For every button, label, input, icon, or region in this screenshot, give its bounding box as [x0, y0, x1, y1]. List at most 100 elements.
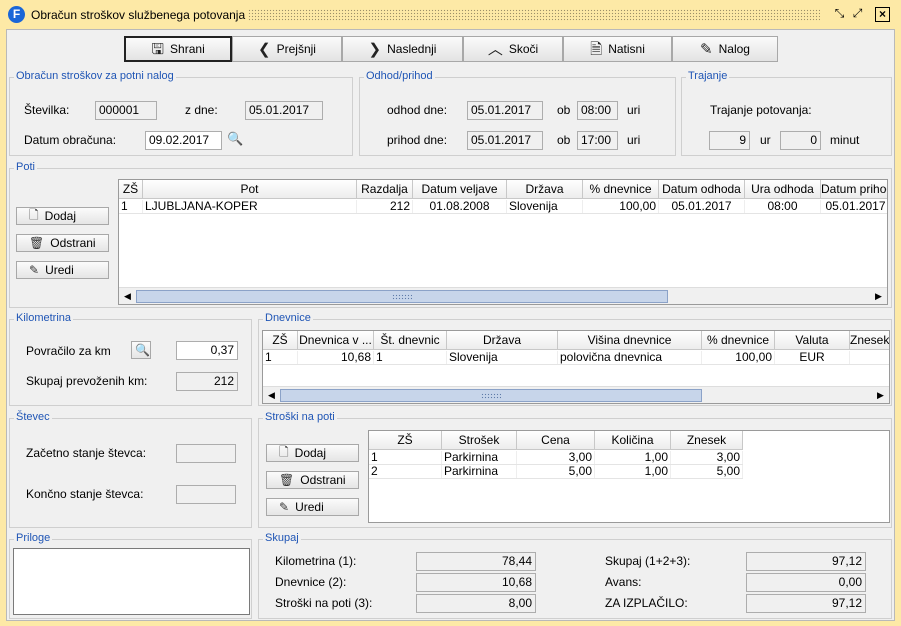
column-header[interactable]: Valuta [775, 331, 850, 349]
column-header[interactable]: % dnevnice [702, 331, 775, 349]
column-header[interactable]: Št. dnevnic [374, 331, 447, 349]
column-header[interactable]: Ura odhoda [745, 180, 821, 198]
column-header[interactable]: ZŠ [119, 180, 143, 198]
column-header[interactable]: Pot [143, 180, 357, 198]
search-icon: 🔍 [135, 343, 150, 357]
arrival-date-field: 05.01.2017 [467, 131, 543, 150]
edit-cost-button[interactable]: ✎ Uredi [266, 498, 359, 516]
print-button[interactable]: 🗎 Natisni [563, 36, 672, 62]
chevron-right-icon: ❯ [368, 40, 382, 58]
duration-label: Trajanje potovanja: [710, 103, 812, 117]
close-icon[interactable]: × [875, 7, 890, 22]
column-header[interactable]: Država [507, 180, 583, 198]
scroll-left-icon[interactable]: ◀ [120, 289, 135, 304]
per-diem-hscrollbar[interactable]: ◀ ▶ [263, 386, 889, 403]
per-diem-group: Dnevnice ZŠ Dnevnica v ... Št. dnevnic Drža… [258, 312, 892, 406]
km-rate-input[interactable]: 0,37 [176, 341, 238, 360]
add-route-button[interactable]: 🗋 Dodaj [16, 207, 109, 225]
floppy-icon: 🖫 [151, 40, 165, 58]
table-cell: 1 [119, 200, 143, 213]
attachments-legend: Priloge [14, 532, 53, 544]
window-title: Obračun stroškov službenega potovanja [31, 8, 246, 22]
table-cell: Slovenija [507, 200, 583, 213]
meter-start-field [176, 444, 236, 463]
attachments-list[interactable] [13, 548, 250, 615]
save-button[interactable]: 🖫 Shrani [124, 36, 232, 62]
column-header[interactable]: Višina dnevnice [558, 331, 702, 349]
search-icon[interactable]: 🔍 [227, 131, 243, 147]
column-header[interactable]: Dnevnica v ... [298, 331, 374, 349]
window-client: 🖫 Shrani ❮ Prejšnji ❯ Naslednji ︿ Skoči 🗎 Nat… [6, 29, 895, 621]
meter-legend: Števec [14, 411, 52, 423]
settlement-date-label: Datum obračuna: [24, 133, 117, 147]
departure-hours-label: uri [627, 103, 641, 117]
per-diem-scroll-thumb[interactable] [280, 389, 702, 402]
per-diem-table[interactable]: ZŠ Dnevnica v ... Št. dnevnic Država Višina … [262, 330, 890, 404]
number-label: Številka: [24, 103, 70, 117]
column-header[interactable]: Datum veljave [413, 180, 507, 198]
column-header[interactable]: Strošek [442, 431, 517, 449]
payout-label: ZA IZPLAČILO: [605, 596, 688, 610]
table-cell [850, 351, 889, 364]
column-header[interactable]: Razdalja [357, 180, 413, 198]
column-header[interactable]: Država [447, 331, 558, 349]
table-row[interactable]: 1 LJUBLJANA-KOPER 212 01.08.2008 Slovenija 10… [119, 200, 887, 214]
column-header[interactable]: % dnevnice [583, 180, 659, 198]
table-cell: EUR [775, 351, 850, 364]
column-header[interactable]: Znesek [671, 431, 743, 449]
routes-table[interactable]: ZŠ Pot Razdalja Datum veljave Država% dnevni… [118, 179, 888, 305]
grand-total-field: 97,12 [746, 552, 866, 571]
total-km-field: 212 [176, 372, 238, 391]
restore-icon[interactable]: ⤡ [832, 7, 847, 22]
settlement-date-input[interactable]: 09.02.2017 [145, 131, 222, 150]
table-cell: Slovenija [447, 351, 558, 364]
km-rate-lookup-button[interactable]: 🔍 [131, 341, 151, 359]
table-row[interactable]: 1 Parkirnina 3,00 1,00 3,00 [369, 451, 743, 465]
column-header[interactable]: Znesek [850, 331, 889, 349]
maximize-icon[interactable]: ⤢ [850, 7, 865, 22]
scroll-right-icon[interactable]: ▶ [871, 289, 886, 304]
scroll-left-icon[interactable]: ◀ [264, 388, 279, 403]
grand-total-label: Skupaj (1+2+3): [605, 554, 691, 568]
departure-time-field: 08:00 [577, 101, 618, 120]
routes-group: Poti 🗋 Dodaj 🗑 Odstrani ✎ Uredi ZŠ Pot Razdal… [9, 161, 892, 308]
table-cell: 100,00 [583, 200, 659, 213]
column-header[interactable]: Datum prihoda [821, 180, 887, 198]
next-button[interactable]: ❯ Naslednji [342, 36, 463, 62]
travel-costs-group: Stroški na poti 🗋 Dodaj 🗑 Odstrani ✎ Uredi … [258, 411, 892, 528]
table-cell: 1 [374, 351, 447, 364]
per-diem-header: ZŠ Dnevnica v ... Št. dnevnic Država Višina … [263, 331, 889, 350]
column-header[interactable]: ZŠ [263, 331, 298, 349]
total-costs-field: 8,00 [416, 594, 536, 613]
scroll-right-icon[interactable]: ▶ [873, 388, 888, 403]
duration-minutes-field: 0 [780, 131, 821, 150]
travel-costs-table[interactable]: ZŠ Strošek Cena Količina Znesek 1 Parkirnina 3… [368, 430, 890, 523]
total-costs-label: Stroški na poti (3): [275, 596, 373, 610]
table-cell: 05.01.2017 [659, 200, 745, 213]
jump-button[interactable]: ︿ Skoči [463, 36, 563, 62]
arrival-time-field: 17:00 [577, 131, 618, 150]
table-cell: LJUBLJANA-KOPER [143, 200, 357, 213]
table-cell: 3,00 [671, 451, 743, 464]
routes-hscrollbar[interactable]: ◀ ▶ [119, 287, 887, 304]
column-header[interactable]: Količina [595, 431, 671, 449]
departure-legend: Odhod/prihod [364, 70, 435, 82]
column-header[interactable]: Cena [517, 431, 595, 449]
arrival-label: prihod dne: [387, 133, 448, 147]
table-row[interactable]: 2 Parkirnina 5,00 1,00 5,00 [369, 465, 743, 479]
duration-hours-label: ur [760, 133, 771, 147]
add-cost-button[interactable]: 🗋 Dodaj [266, 444, 359, 462]
column-header[interactable]: Datum odhoda [659, 180, 745, 198]
table-cell: 1 [369, 451, 442, 464]
edit-route-button[interactable]: ✎ Uredi [16, 261, 109, 279]
title-bar-grip [248, 9, 820, 21]
order-button[interactable]: ✎ Nalog [672, 36, 778, 62]
km-rate-label: Povračilo za km [26, 344, 111, 358]
remove-cost-button[interactable]: 🗑 Odstrani [266, 471, 359, 489]
routes-scroll-thumb[interactable] [136, 290, 668, 303]
travel-costs-header: ZŠ Strošek Cena Količina Znesek [369, 431, 743, 450]
column-header[interactable]: ZŠ [369, 431, 442, 449]
previous-button[interactable]: ❮ Prejšnji [232, 36, 342, 62]
remove-route-button[interactable]: 🗑 Odstrani [16, 234, 109, 252]
table-row[interactable]: 1 10,68 1 Slovenija polovična dnevnica 100,00… [263, 351, 889, 365]
